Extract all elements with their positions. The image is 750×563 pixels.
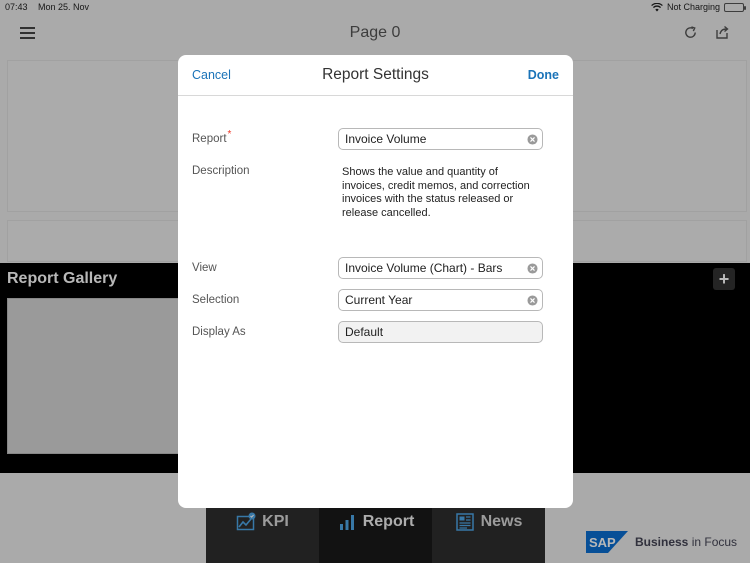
selection-value: Current Year [345, 293, 413, 307]
selection-field[interactable]: Current Year [338, 289, 543, 311]
selection-label: Selection [192, 294, 240, 306]
dialog-title: Report Settings [322, 66, 429, 83]
required-marker: * [227, 129, 232, 140]
description-label: Description [192, 165, 250, 177]
done-button[interactable]: Done [528, 68, 559, 82]
description-text: Shows the value and quantity of invoices… [342, 166, 530, 219]
clear-icon[interactable] [527, 134, 538, 145]
view-field[interactable]: Invoice Volume (Chart) - Bars [338, 257, 543, 279]
report-label: Report* [192, 129, 232, 145]
clear-icon[interactable] [527, 295, 538, 306]
dialog-header: Cancel Report Settings Done [178, 55, 573, 96]
report-settings-dialog: Cancel Report Settings Done Report* Invo… [178, 55, 573, 508]
display-as-value: Default [345, 325, 384, 339]
view-label: View [192, 262, 217, 274]
view-value: Invoice Volume (Chart) - Bars [345, 261, 503, 275]
report-field[interactable]: Invoice Volume [338, 128, 543, 150]
clear-icon[interactable] [527, 263, 538, 274]
report-value: Invoice Volume [345, 132, 427, 146]
display-as-label: Display As [192, 326, 246, 338]
display-as-field[interactable]: Default [338, 321, 543, 343]
